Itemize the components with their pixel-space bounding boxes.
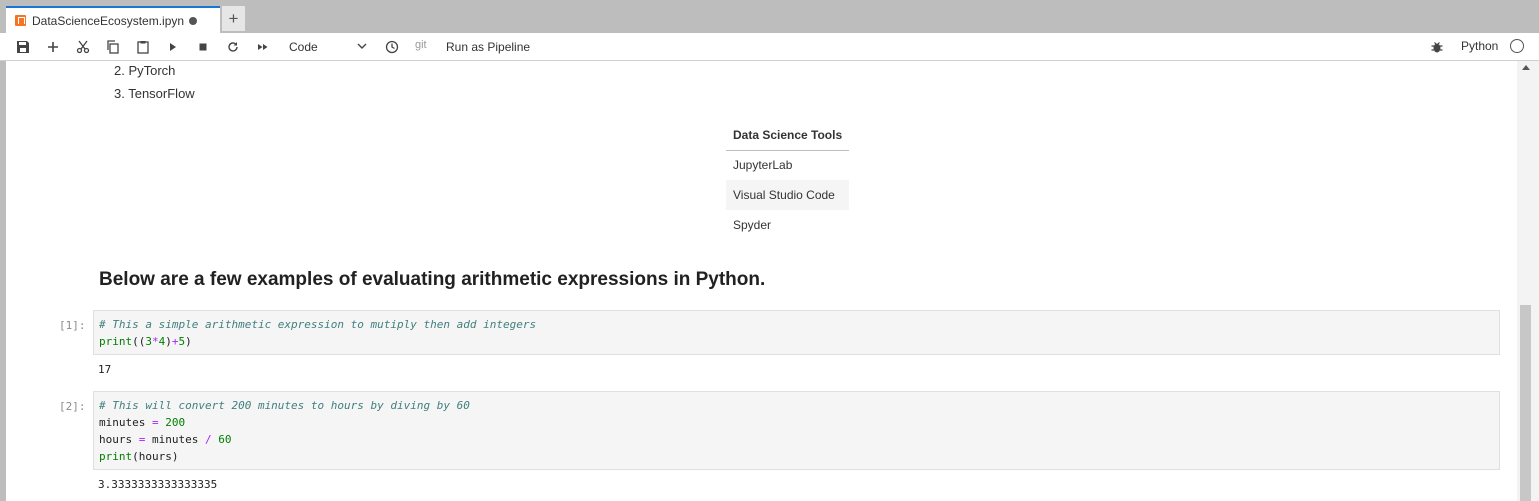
code-builtin: print (99, 450, 133, 463)
table-row: Visual Studio Code (726, 180, 850, 210)
table-row: Spyder (733, 218, 772, 232)
code-operator: + (171, 335, 179, 348)
markdown-heading: Below are a few examples of evaluating a… (99, 269, 766, 290)
code-comment: # This a simple arithmetic expression to… (99, 318, 537, 331)
cell-output: 3.3333333333333335 (98, 478, 218, 491)
cut-icon[interactable] (74, 38, 92, 56)
copy-icon[interactable] (104, 38, 122, 56)
code-operator: = (138, 433, 146, 446)
notebook-panel: 2. PyTorch 3. TensorFlow Data Science To… (6, 61, 1517, 501)
jupyterlab-window: DataScienceEcosystem.ipyn + Code git Run… (0, 0, 1539, 501)
fast-forward-icon[interactable] (254, 38, 272, 56)
code-text: minutes (99, 416, 146, 429)
code-cell-editor[interactable]: # This a simple arithmetic expression to… (93, 310, 1500, 355)
markdown-ordered-list: 2. PyTorch 3. TensorFlow (114, 61, 195, 105)
code-operator: * (152, 335, 159, 348)
save-icon[interactable] (14, 38, 32, 56)
code-operator: = (151, 416, 159, 429)
stop-icon[interactable] (194, 38, 212, 56)
code-text: hours (99, 433, 133, 446)
add-cell-icon[interactable] (44, 38, 62, 56)
code-text: (( (132, 335, 146, 348)
code-text: minutes (152, 433, 199, 446)
code-number: 200 (165, 416, 186, 429)
table-header: Data Science Tools (726, 121, 850, 151)
scrollbar-thumb[interactable] (1520, 305, 1531, 501)
cell-type-select[interactable]: Code (289, 38, 369, 56)
table-row: JupyterLab (733, 158, 793, 173)
chevron-down-icon (357, 43, 367, 49)
code-operator: / (204, 433, 212, 446)
run-as-pipeline-button[interactable]: Run as Pipeline (446, 38, 530, 56)
cell-type-value: Code (289, 40, 318, 54)
vertical-scrollbar[interactable] (1517, 61, 1539, 501)
code-comment: # This will convert 200 minutes to hours… (99, 399, 470, 412)
tab-bar: DataScienceEcosystem.ipyn + (0, 0, 1539, 33)
data-science-tools-table: Data Science Tools JupyterLab Visual Stu… (726, 121, 850, 240)
git-label[interactable]: git (415, 39, 427, 51)
run-icon[interactable] (164, 38, 182, 56)
restart-icon[interactable] (224, 38, 242, 56)
bug-icon[interactable] (1428, 38, 1446, 56)
code-number: 3 (145, 335, 152, 348)
notebook-icon (15, 15, 26, 26)
cell-prompt: [1]: (59, 319, 86, 332)
new-tab-button[interactable]: + (222, 6, 245, 31)
cell-output: 17 (98, 363, 112, 376)
cell-prompt: [2]: (59, 400, 86, 413)
list-item: 3. TensorFlow (114, 86, 195, 101)
code-cell-editor[interactable]: # This will convert 200 minutes to hours… (93, 391, 1500, 470)
scroll-up-icon[interactable] (1522, 65, 1530, 70)
list-item: 2. PyTorch (114, 63, 176, 78)
code-text: ) (165, 335, 172, 348)
code-number: 60 (218, 433, 232, 446)
kernel-status-icon (1510, 39, 1524, 53)
code-text: (hours) (132, 450, 179, 463)
notebook-toolbar: Code git Run as Pipeline Python (0, 33, 1539, 61)
paste-icon[interactable] (134, 38, 152, 56)
tab-title: DataScienceEcosystem.ipyn (32, 13, 185, 28)
kernel-name[interactable]: Python (1461, 39, 1498, 53)
code-builtin: print (99, 335, 133, 348)
clock-icon[interactable] (383, 38, 401, 56)
notebook-tab[interactable]: DataScienceEcosystem.ipyn (6, 6, 220, 33)
code-text: ) (185, 335, 192, 348)
unsaved-dot-icon[interactable] (189, 16, 198, 25)
